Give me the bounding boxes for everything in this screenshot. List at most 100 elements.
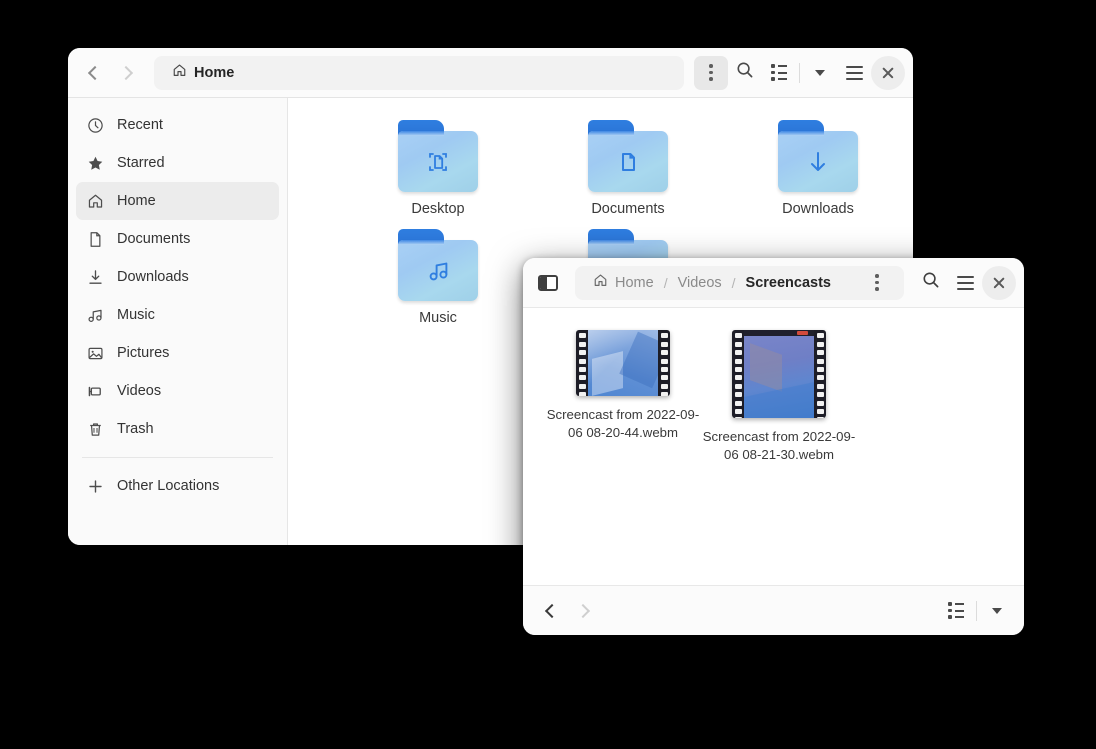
sidebar-item-pictures[interactable]: Pictures [76,334,279,372]
sidebar-item-label: Videos [117,383,161,399]
sidebar-divider [82,457,273,458]
search-button[interactable] [914,266,948,300]
file-label: Screencast from 2022-09-06 08-20-44.webm [545,406,701,441]
star-icon [86,154,104,172]
hamburger-icon [957,276,974,290]
view-dropdown-button[interactable] [803,56,837,90]
image-icon [86,344,104,362]
sidebar-item-label: Home [117,193,156,209]
breadcrumb-home-label: Home [194,65,234,81]
breadcrumb-home[interactable]: Home [164,60,242,85]
sidebar-item-music[interactable]: Music [76,296,279,334]
breadcrumb-bar[interactable]: Home / Videos / Screencasts [575,266,904,300]
view-dropdown-button[interactable] [980,594,1014,628]
view-list-button[interactable] [939,594,973,628]
screencasts-file-grid-container: Screencast from 2022-09-06 08-20-44.webm… [523,308,1024,585]
download-emblem-icon [778,131,858,192]
file-label: Desktop [411,201,464,217]
forward-button[interactable] [110,56,144,90]
file-item-screencast-2[interactable]: Screencast from 2022-09-06 08-21-30.webm [701,330,857,463]
sidebar-item-label: Music [117,307,155,323]
screencasts-menu-button[interactable] [860,266,894,300]
sidebar-item-home[interactable]: Home [76,182,279,220]
list-view-icon [948,602,964,619]
file-label: Screencast from 2022-09-06 08-21-30.webm [701,428,857,463]
chevron-left-icon [87,65,101,79]
sidebar: Recent Starred Home [68,98,288,545]
home-window-headerbar: Home [68,48,913,98]
search-icon [922,271,940,294]
clock-icon [86,116,104,134]
breadcrumb-label: Home [615,275,654,291]
file-item-screencast-1[interactable]: Screencast from 2022-09-06 08-20-44.webm [545,330,701,463]
home-icon [86,192,104,210]
trash-icon [86,420,104,438]
sidebar-item-starred[interactable]: Starred [76,144,279,182]
back-button[interactable] [76,56,110,90]
film-sprockets-right [814,330,826,418]
plus-icon [86,477,104,495]
close-icon [992,276,1006,290]
main-menu-button[interactable] [837,56,871,90]
document-emblem-icon [588,131,668,192]
file-label: Documents [591,201,664,217]
sidebar-item-videos[interactable]: Videos [76,372,279,410]
document-icon [86,230,104,248]
breadcrumb-screencasts[interactable]: Screencasts [738,272,839,294]
sidebar-item-downloads[interactable]: Downloads [76,258,279,296]
chevron-right-icon [118,65,132,79]
file-item-desktop[interactable]: Desktop [343,120,533,217]
video-thumbnail-landscape [576,330,670,396]
breadcrumb-separator: / [730,275,738,291]
film-sprockets-right [658,330,670,396]
file-item-downloads[interactable]: Downloads [723,120,913,217]
sidebar-item-other-locations[interactable]: Other Locations [76,467,279,505]
folder-icon-desktop [398,120,478,192]
sidebar-item-label: Downloads [117,269,189,285]
vertical-dots-icon [709,64,713,81]
sidebar-toggle-button[interactable] [531,266,565,300]
close-button[interactable] [982,266,1016,300]
folder-icon-documents [588,120,668,192]
sidebar-item-recent[interactable]: Recent [76,106,279,144]
screencasts-footer [523,585,1024,635]
home-icon [593,273,608,292]
sidebar-item-documents[interactable]: Documents [76,220,279,258]
sidebar-toggle-icon [538,275,558,291]
video-icon [86,382,104,400]
toolbar-divider [799,63,800,83]
sidebar-item-label: Starred [117,155,165,171]
film-sprockets-left [576,330,588,396]
path-bar[interactable]: Home [154,56,684,90]
file-item-documents[interactable]: Documents [533,120,723,217]
screencasts-file-grid: Screencast from 2022-09-06 08-20-44.webm… [523,330,1024,463]
home-menu-button[interactable] [694,56,728,90]
breadcrumb-separator: / [662,275,670,291]
desktop: Home [0,0,1096,749]
folder-icon-downloads [778,120,858,192]
sidebar-item-label: Trash [117,421,154,437]
download-icon [86,268,104,286]
breadcrumb-videos[interactable]: Videos [670,272,730,294]
vertical-dots-icon [875,274,879,291]
close-icon [881,66,895,80]
back-button[interactable] [533,594,567,628]
main-menu-button[interactable] [948,266,982,300]
screencasts-headerbar: Home / Videos / Screencasts [523,258,1024,308]
file-item-music[interactable]: Music [343,229,533,326]
folder-icon-music [398,229,478,301]
video-thumbnail-portrait [732,330,826,418]
music-icon [86,306,104,324]
breadcrumb-home[interactable]: Home [585,270,662,295]
search-button[interactable] [728,56,762,90]
chevron-down-icon [992,608,1002,614]
close-button[interactable] [871,56,905,90]
sidebar-item-label: Recent [117,117,163,133]
chevron-down-icon [815,70,825,76]
view-list-button[interactable] [762,56,796,90]
chevron-right-icon [575,603,589,617]
forward-button[interactable] [567,594,601,628]
sidebar-item-trash[interactable]: Trash [76,410,279,448]
hamburger-icon [846,66,863,80]
footer-divider [976,601,977,621]
